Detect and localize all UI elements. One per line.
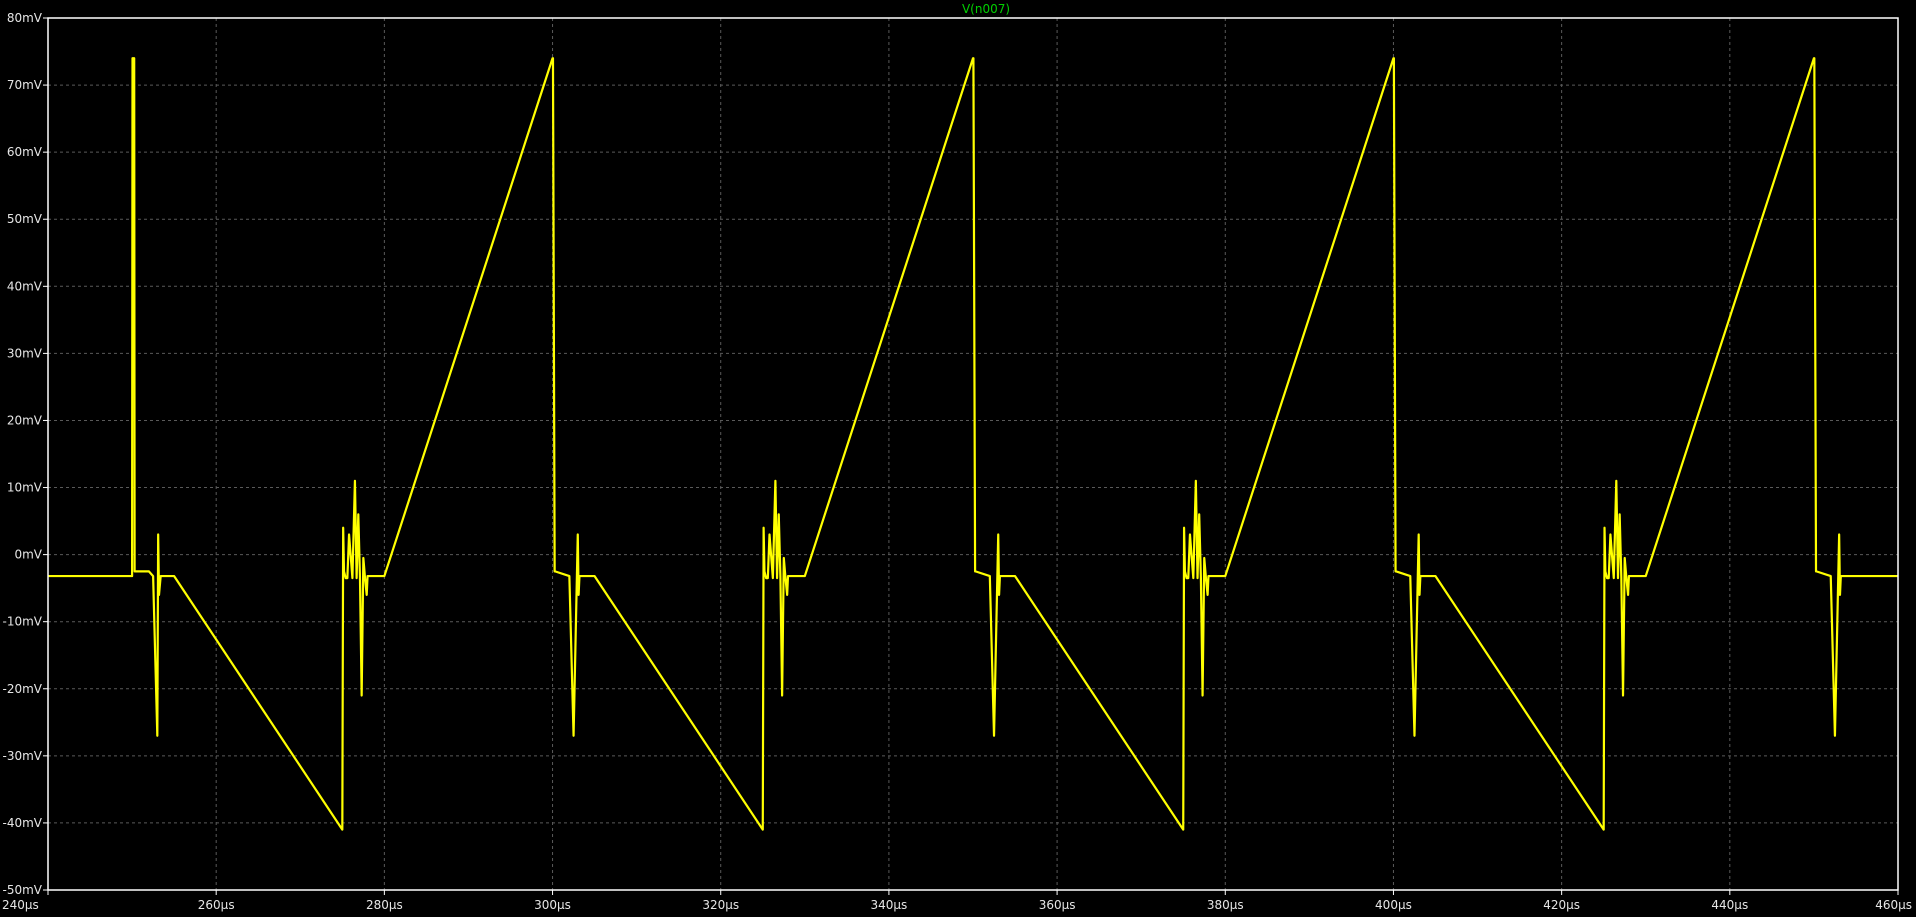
y-tick-label: 80mV	[7, 11, 43, 25]
x-tick-label: 440µs	[1711, 898, 1748, 912]
x-tick-label: 320µs	[702, 898, 739, 912]
y-tick-label: 40mV	[7, 279, 43, 293]
y-tick-label: 30mV	[7, 346, 43, 360]
plot-background	[0, 0, 1916, 917]
trace-title[interactable]: V(n007)	[962, 2, 1010, 16]
y-tick-label: -20mV	[3, 682, 43, 696]
y-tick-label: 60mV	[7, 145, 43, 159]
x-tick-label: 300µs	[534, 898, 571, 912]
y-tick-label: -50mV	[3, 883, 43, 897]
x-tick-label: 420µs	[1543, 898, 1580, 912]
x-tick-label: 400µs	[1375, 898, 1412, 912]
y-tick-label: -10mV	[3, 615, 43, 629]
y-tick-label: 50mV	[7, 212, 43, 226]
y-tick-label: 20mV	[7, 413, 43, 427]
x-tick-label: 260µs	[198, 898, 235, 912]
x-tick-label: 460µs	[1875, 898, 1912, 912]
x-tick-label: 280µs	[366, 898, 403, 912]
x-tick-label: 360µs	[1039, 898, 1076, 912]
y-tick-label: 10mV	[7, 481, 43, 495]
x-tick-label: 340µs	[871, 898, 908, 912]
y-tick-label: 0mV	[14, 548, 42, 562]
y-tick-label: -40mV	[3, 816, 43, 830]
x-tick-label: 240µs	[2, 898, 39, 912]
x-tick-label: 380µs	[1207, 898, 1244, 912]
waveform-plot: 80mV 70mV 60mV 50mV 40mV 30mV 20mV 10mV 0mV -10mV…	[0, 0, 1916, 917]
y-tick-label: -30mV	[3, 749, 43, 763]
y-tick-label: 70mV	[7, 78, 43, 92]
